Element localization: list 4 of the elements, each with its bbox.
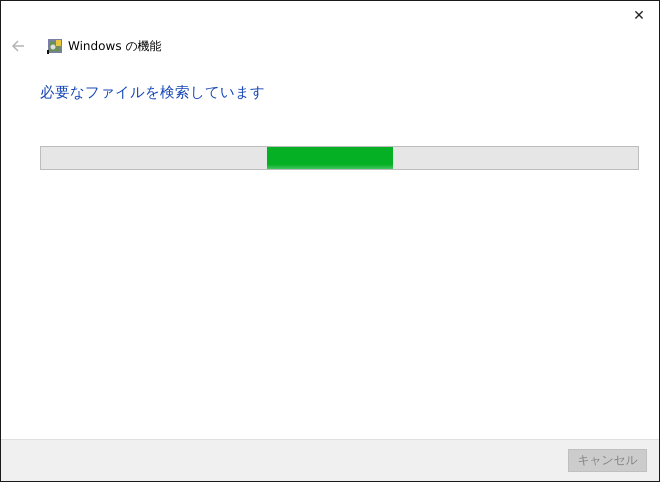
window-title: Windows の機能	[68, 38, 162, 54]
app-window-icon	[47, 38, 63, 54]
status-heading: 必要なファイルを検索しています	[40, 84, 266, 102]
close-button[interactable]: ✕	[625, 1, 653, 31]
